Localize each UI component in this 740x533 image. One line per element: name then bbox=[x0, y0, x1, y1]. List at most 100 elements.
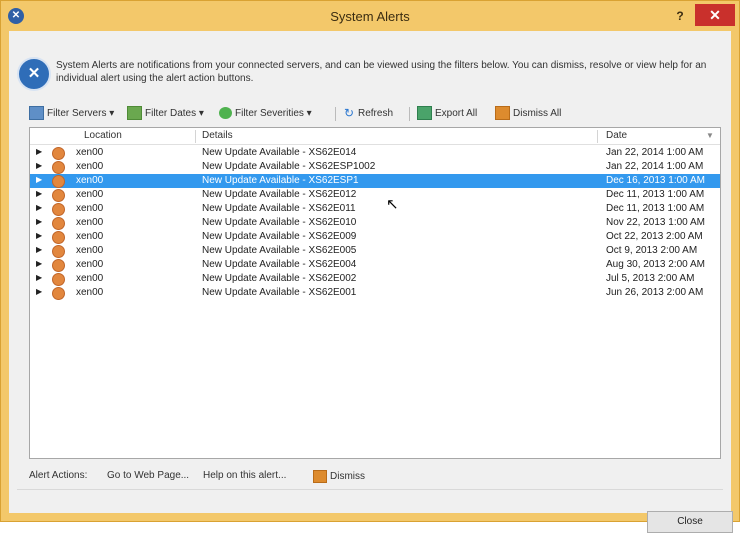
alert-severity-icon bbox=[52, 161, 65, 174]
expand-arrow-icon[interactable]: ▶ bbox=[36, 273, 42, 282]
dialog-client-area: ✕ System Alerts are notifications from y… bbox=[9, 31, 733, 533]
severity-icon bbox=[219, 107, 232, 120]
table-row[interactable]: ▶ xen00 New Update Available - XS62E014 … bbox=[30, 146, 720, 160]
row-date: Jan 22, 2014 1:00 AM bbox=[606, 147, 704, 158]
row-location: xen00 bbox=[76, 147, 104, 158]
server-icon bbox=[29, 106, 44, 121]
alert-severity-icon bbox=[52, 147, 65, 160]
row-location: xen00 bbox=[76, 259, 104, 270]
row-location: xen00 bbox=[76, 189, 104, 200]
column-divider bbox=[597, 130, 598, 143]
table-row[interactable]: ▶ xen00 New Update Available - XS62E005 … bbox=[30, 244, 720, 258]
export-icon bbox=[417, 106, 432, 121]
alert-severity-icon bbox=[52, 245, 65, 258]
table-row[interactable]: ▶ xen00 New Update Available - XS62E001 … bbox=[30, 286, 720, 300]
expand-arrow-icon[interactable]: ▶ bbox=[36, 175, 42, 184]
table-row-selected[interactable]: ▶ xen00 New Update Available - XS62ESP1 … bbox=[30, 174, 720, 188]
row-location: xen00 bbox=[76, 287, 104, 298]
filter-severities-button[interactable]: Filter Severities ▾ bbox=[219, 106, 312, 122]
row-date: Oct 22, 2013 2:00 AM bbox=[606, 231, 703, 242]
close-window-button[interactable]: ✕ bbox=[695, 4, 735, 26]
row-date: Jan 22, 2014 1:00 AM bbox=[606, 161, 704, 172]
filter-dates-label: Filter Dates ▾ bbox=[145, 108, 204, 119]
expand-arrow-icon[interactable]: ▶ bbox=[36, 259, 42, 268]
expand-arrow-icon[interactable]: ▶ bbox=[36, 189, 42, 198]
row-date: Dec 16, 2013 1:00 AM bbox=[606, 175, 705, 186]
table-row[interactable]: ▶ xen00 New Update Available - XS62E011 … bbox=[30, 202, 720, 216]
table-row[interactable]: ▶ xen00 New Update Available - XS62E009 … bbox=[30, 230, 720, 244]
row-details: New Update Available - XS62E011 bbox=[202, 203, 356, 214]
export-all-label: Export All bbox=[435, 108, 478, 119]
mouse-cursor-icon: ↖ bbox=[386, 196, 399, 213]
dismiss-all-label: Dismiss All bbox=[513, 108, 562, 119]
row-details: New Update Available - XS62E004 bbox=[202, 259, 357, 270]
column-header-location[interactable]: Location bbox=[84, 130, 122, 141]
refresh-label: Refresh bbox=[358, 108, 394, 119]
dismiss-button[interactable]: Dismiss bbox=[313, 470, 365, 483]
expand-arrow-icon[interactable]: ▶ bbox=[36, 161, 42, 170]
row-details: New Update Available - XS62ESP1 bbox=[202, 175, 359, 186]
filter-dates-button[interactable]: Filter Dates ▾ bbox=[127, 106, 204, 122]
table-row[interactable]: ▶ xen00 New Update Available - XS62E004 … bbox=[30, 258, 720, 272]
dismiss-label: Dismiss bbox=[330, 471, 365, 483]
expand-arrow-icon[interactable]: ▶ bbox=[36, 245, 42, 254]
row-location: xen00 bbox=[76, 273, 104, 284]
sort-chevron-down-icon[interactable]: ▼ bbox=[706, 131, 714, 140]
alerts-grid[interactable]: Location Details Date ▼ ▶ xen00 New Upda… bbox=[29, 127, 721, 459]
expand-arrow-icon[interactable]: ▶ bbox=[36, 217, 42, 226]
row-location: xen00 bbox=[76, 231, 104, 242]
row-details: New Update Available - XS62E002 bbox=[202, 273, 357, 284]
row-location: xen00 bbox=[76, 175, 104, 186]
table-row[interactable]: ▶ xen00 New Update Available - XS62E010 … bbox=[30, 216, 720, 230]
dismiss-all-button[interactable]: Dismiss All bbox=[495, 106, 561, 122]
row-details: New Update Available - XS62E012 bbox=[202, 189, 357, 200]
row-details: New Update Available - XS62E010 bbox=[202, 217, 357, 228]
alert-severity-icon bbox=[52, 273, 65, 286]
row-date: Oct 9, 2013 2:00 AM bbox=[606, 245, 698, 256]
dismiss-icon bbox=[495, 106, 510, 121]
row-details: New Update Available - XS62E014 bbox=[202, 147, 357, 158]
help-on-alert-button[interactable]: Help on this alert... bbox=[203, 470, 286, 481]
table-row[interactable]: ▶ xen00 New Update Available - XS62E002 … bbox=[30, 272, 720, 286]
dismiss-icon bbox=[313, 470, 327, 483]
expand-arrow-icon[interactable]: ▶ bbox=[36, 287, 42, 296]
alert-severity-icon bbox=[52, 231, 65, 244]
expand-arrow-icon[interactable]: ▶ bbox=[36, 147, 42, 156]
title-bar: ✕ System Alerts ? ✕ bbox=[1, 1, 739, 31]
column-header-date[interactable]: Date bbox=[606, 130, 627, 141]
export-all-button[interactable]: Export All bbox=[417, 106, 477, 122]
table-row[interactable]: ▶ xen00 New Update Available - XS62ESP10… bbox=[30, 160, 720, 174]
footer-divider bbox=[17, 489, 723, 490]
expand-arrow-icon[interactable]: ▶ bbox=[36, 231, 42, 240]
filter-servers-label: Filter Servers ▾ bbox=[47, 108, 115, 119]
close-button[interactable]: Close bbox=[647, 511, 733, 533]
row-location: xen00 bbox=[76, 203, 104, 214]
alert-actions-label: Alert Actions: bbox=[29, 470, 88, 481]
grid-header: Location Details Date ▼ bbox=[30, 128, 720, 145]
alerts-toolbar: Filter Servers ▾ Filter Dates ▾ Filter S… bbox=[29, 103, 719, 125]
refresh-icon: ↻ bbox=[343, 106, 355, 121]
refresh-button[interactable]: ↻ Refresh bbox=[343, 106, 393, 122]
row-date: Aug 30, 2013 2:00 AM bbox=[606, 259, 705, 270]
row-location: xen00 bbox=[76, 217, 104, 228]
column-header-details[interactable]: Details bbox=[202, 130, 233, 141]
help-button[interactable]: ? bbox=[669, 6, 691, 26]
alert-severity-icon bbox=[52, 287, 65, 300]
alert-severity-icon bbox=[52, 203, 65, 216]
calendar-icon bbox=[127, 106, 142, 121]
filter-severities-label: Filter Severities ▾ bbox=[235, 108, 312, 119]
alert-severity-icon bbox=[52, 189, 65, 202]
row-details: New Update Available - XS62E005 bbox=[202, 245, 357, 256]
expand-arrow-icon[interactable]: ▶ bbox=[36, 203, 42, 212]
description-text: System Alerts are notifications from you… bbox=[56, 60, 707, 84]
go-to-web-page-button[interactable]: Go to Web Page... bbox=[107, 470, 189, 481]
alert-severity-icon bbox=[52, 217, 65, 230]
alert-severity-icon bbox=[52, 259, 65, 272]
alert-severity-icon bbox=[52, 175, 65, 188]
row-date: Jul 5, 2013 2:00 AM bbox=[606, 273, 695, 284]
filter-servers-button[interactable]: Filter Servers ▾ bbox=[29, 106, 114, 122]
row-details: New Update Available - XS62ESP1002 bbox=[202, 161, 376, 172]
row-details: New Update Available - XS62E009 bbox=[202, 231, 357, 242]
table-row[interactable]: ▶ xen00 New Update Available - XS62E012 … bbox=[30, 188, 720, 202]
alert-actions-bar: Alert Actions: Go to Web Page... Help on… bbox=[29, 467, 719, 485]
